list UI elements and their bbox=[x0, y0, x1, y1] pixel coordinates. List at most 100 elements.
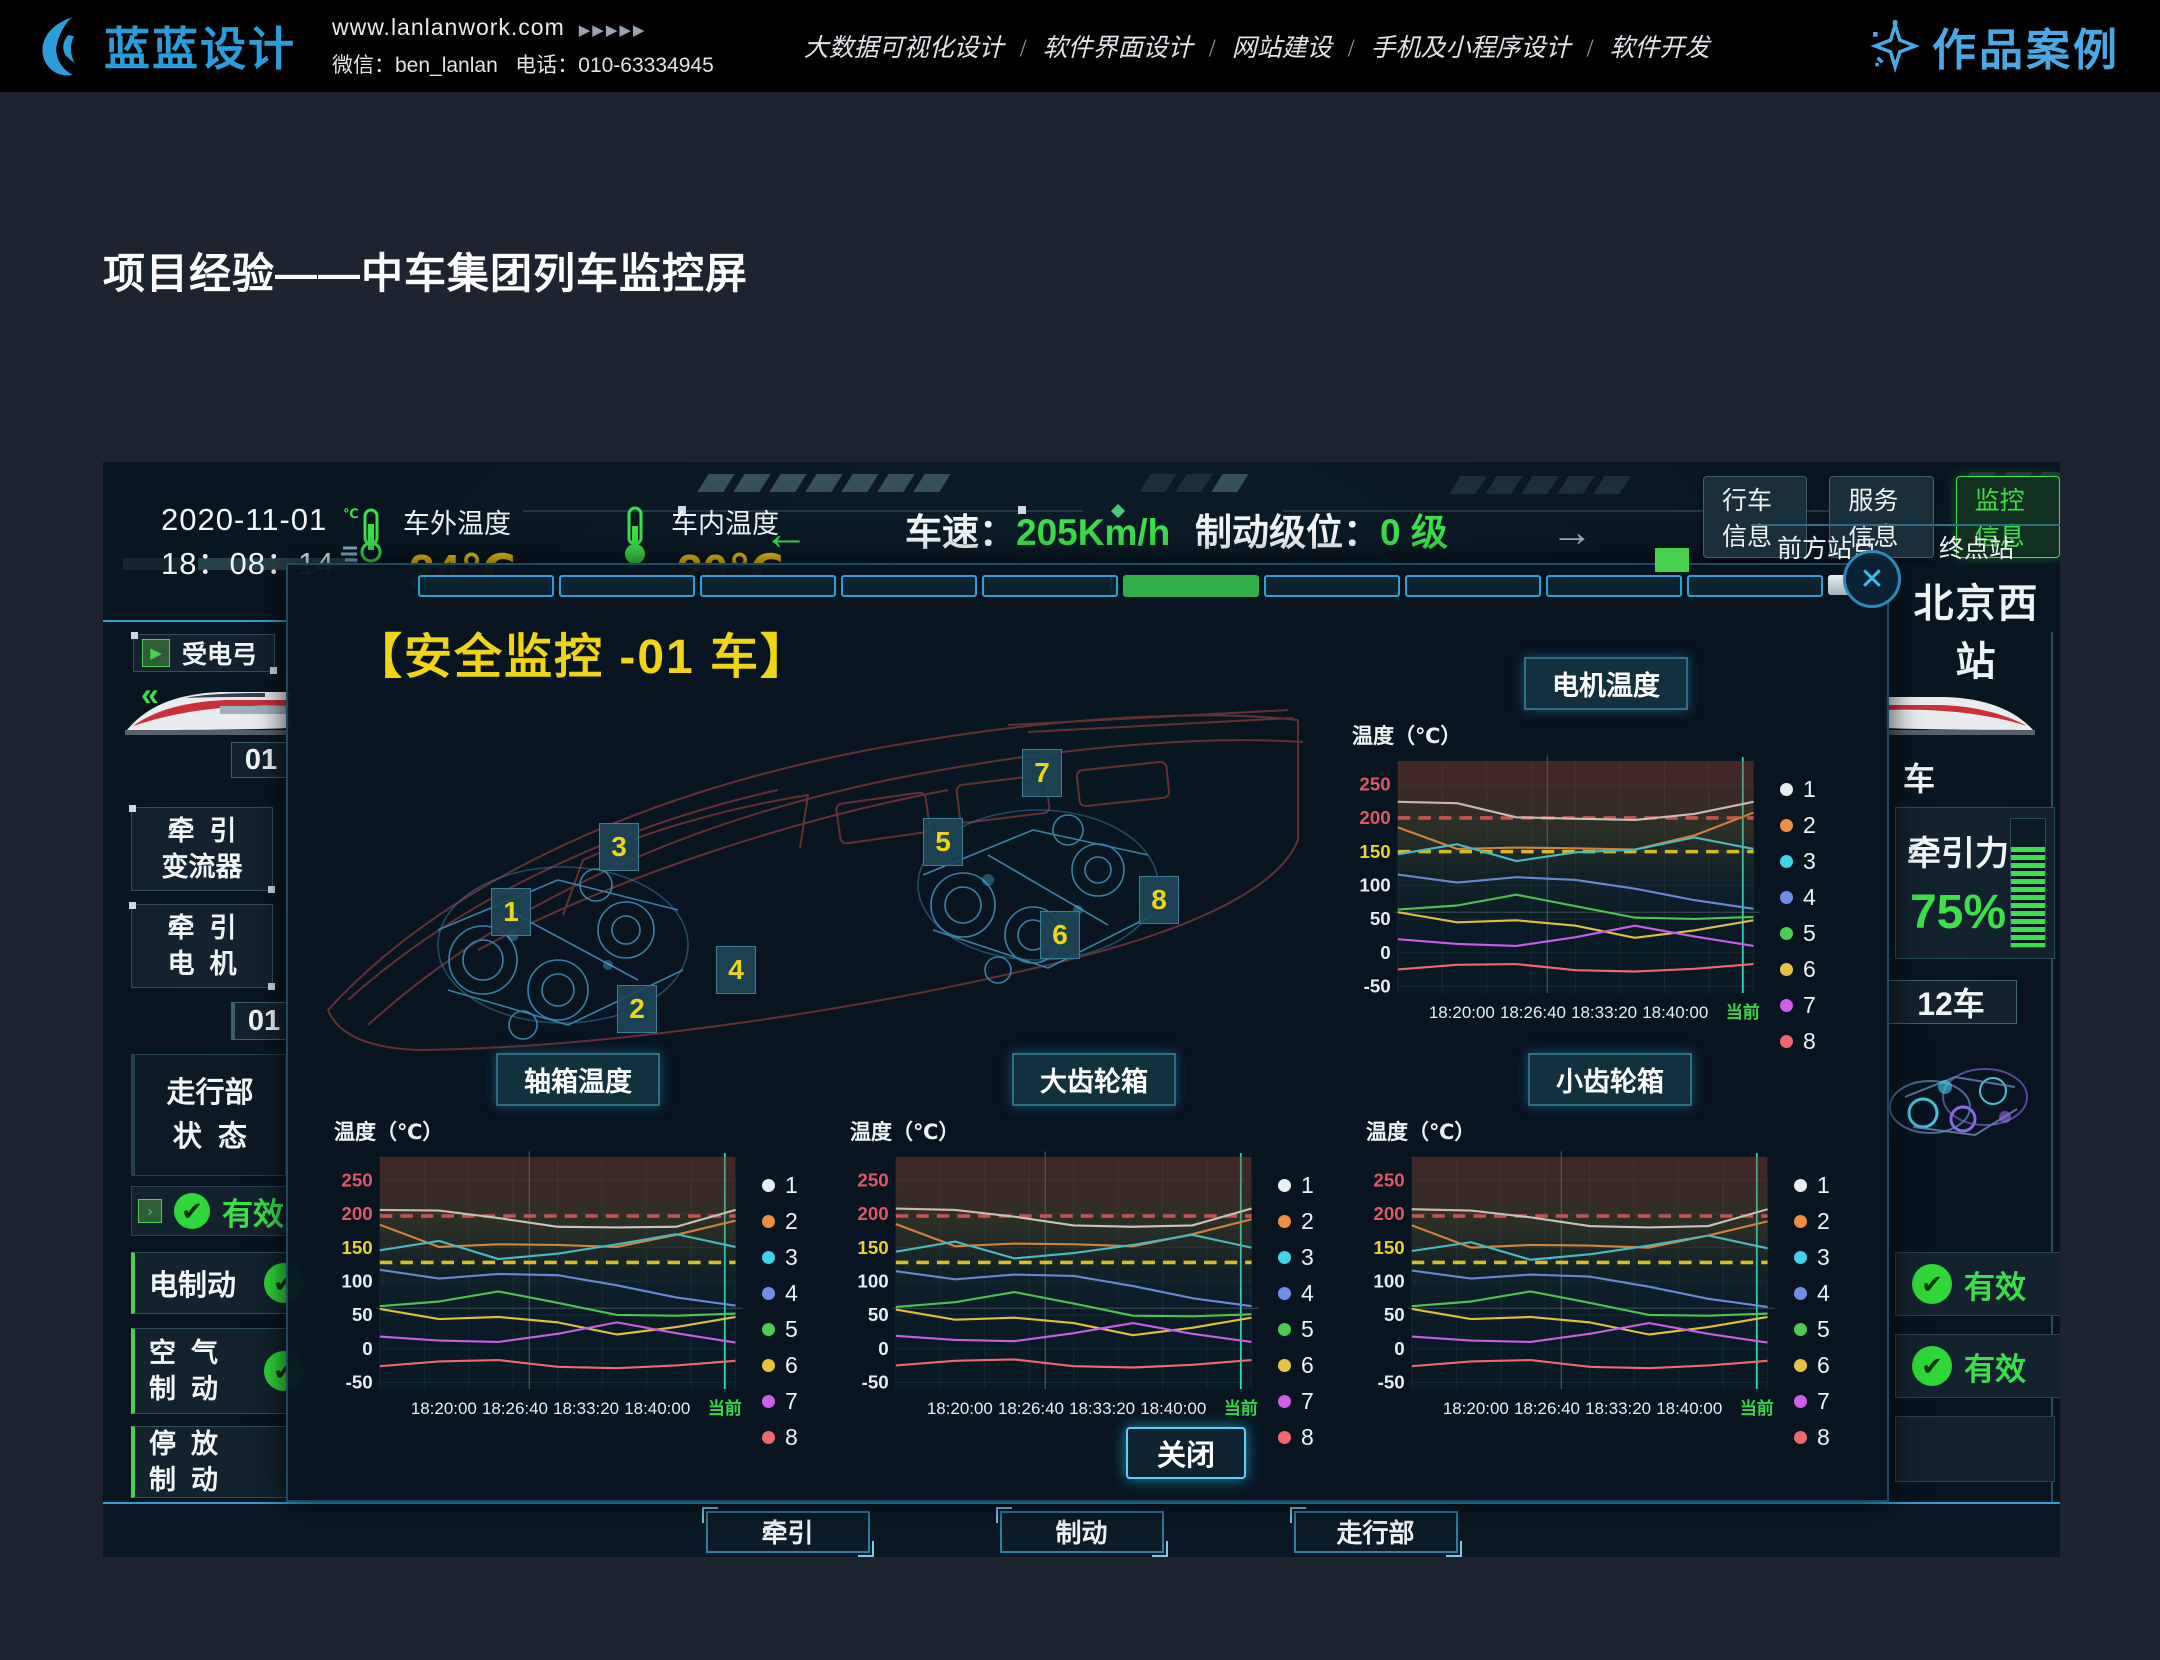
svg-text:18:26:40: 18:26:40 bbox=[1500, 1003, 1566, 1022]
car-12-box[interactable]: 12车 bbox=[1885, 980, 2017, 1024]
traction-force-value: 75% bbox=[1906, 885, 2010, 940]
svg-text:18:26:40: 18:26:40 bbox=[482, 1399, 548, 1418]
svg-text:250: 250 bbox=[1373, 1170, 1404, 1191]
modal-close-button[interactable]: 关闭 bbox=[1126, 1427, 1246, 1479]
svg-text:18:20:00: 18:20:00 bbox=[1429, 1003, 1495, 1022]
valid-status-row-left: › ✔ 有效 bbox=[131, 1186, 291, 1236]
car-01-label: 01 bbox=[245, 744, 277, 777]
train-route-strip bbox=[418, 575, 1886, 597]
sidebar-item-traction-motor[interactable]: 牵 引电 机 bbox=[131, 904, 273, 988]
svg-text:100: 100 bbox=[1359, 875, 1390, 896]
bogie-image-right bbox=[1885, 1047, 2035, 1162]
valid-label-1: 有效 bbox=[1964, 1262, 2026, 1307]
site-url[interactable]: www.lanlanwork.com bbox=[332, 14, 565, 40]
site-header: 蓝蓝设计 www.lanlanwork.com▶▶▶▶▶ 微信：ben_lanl… bbox=[0, 0, 2160, 92]
bogie-tag-1[interactable]: 1 bbox=[491, 888, 531, 936]
check-icon: ✔ bbox=[1912, 1264, 1952, 1304]
speed-label: 车速： bbox=[905, 512, 1016, 553]
svg-text:18:40:00: 18:40:00 bbox=[1642, 1003, 1708, 1022]
chart-large-gearbox: 大齿轮箱温度（℃）250200150100500-5018:20:0018:26… bbox=[844, 1053, 1344, 1451]
bogie-tag-2[interactable]: 2 bbox=[617, 985, 657, 1033]
svg-text:250: 250 bbox=[1359, 774, 1390, 795]
svg-text:当前: 当前 bbox=[708, 1398, 742, 1418]
legend-item: 4 bbox=[762, 1280, 798, 1307]
bottom-tab-brake[interactable]: 制动 bbox=[1000, 1511, 1164, 1553]
svg-text:-50: -50 bbox=[346, 1372, 373, 1393]
terminal-label: 终点站 bbox=[1893, 524, 2060, 565]
legend-item: 5 bbox=[1278, 1316, 1314, 1343]
next-arrow-icon[interactable]: → bbox=[1551, 508, 1593, 556]
phone-info: 电话：010-63334945 bbox=[515, 54, 713, 77]
nav-item-bigdata[interactable]: 大数据可视化设计 bbox=[804, 28, 1043, 64]
arrow-badge-icon: › bbox=[138, 1199, 162, 1223]
valid-status-row-right-2: ✔ 有效 bbox=[1895, 1334, 2060, 1398]
chart-title: 大齿轮箱 bbox=[1012, 1053, 1176, 1106]
bogie-tag-5[interactable]: 5 bbox=[923, 818, 963, 866]
legend-item: 3 bbox=[1794, 1244, 1830, 1271]
speed-readout: 车速：205Km/h bbox=[905, 502, 1170, 556]
chart-y-axis-label: 温度（℃） bbox=[334, 1116, 828, 1146]
car-01-box-top[interactable]: 01 bbox=[231, 742, 291, 778]
svg-text:18:20:00: 18:20:00 bbox=[1443, 1399, 1509, 1418]
nav-item-software-ui[interactable]: 软件界面设计 bbox=[1043, 28, 1232, 64]
outside-temp-label: 车外温度 bbox=[403, 502, 511, 541]
date-value: 2020-11-01 bbox=[161, 498, 334, 542]
sidebar-item-pantograph[interactable]: ▶ 受电弓 bbox=[133, 634, 275, 672]
chart-legend: 12345678 bbox=[1794, 1172, 1830, 1451]
legend-item: 7 bbox=[1278, 1388, 1314, 1415]
svg-text:0: 0 bbox=[1394, 1338, 1404, 1359]
bottom-tab-bogie[interactable]: 走行部 bbox=[1294, 1511, 1458, 1553]
chart-title: 电机温度 bbox=[1524, 657, 1688, 710]
signal-block-green bbox=[1655, 548, 1689, 572]
legend-item: 2 bbox=[1278, 1208, 1314, 1235]
works-link[interactable]: 作品案例 bbox=[1866, 14, 2120, 78]
legend-item: 2 bbox=[762, 1208, 798, 1235]
legend-item: 6 bbox=[1278, 1352, 1314, 1379]
sidebar-item-parking-brake[interactable]: 停 放制 动 bbox=[131, 1426, 305, 1498]
bogie-tag-7[interactable]: 7 bbox=[1022, 749, 1062, 797]
bogie-tag-4[interactable]: 4 bbox=[716, 946, 756, 994]
car-01-box-mid[interactable]: 01 bbox=[231, 1002, 294, 1040]
thermometer-outside-icon: ℃ bbox=[341, 504, 385, 568]
sidebar-item-traction-converter[interactable]: 牵 引变流器 bbox=[131, 807, 273, 891]
car-01-label-2: 01 bbox=[248, 1005, 280, 1038]
legend-item: 8 bbox=[1780, 1028, 1816, 1055]
svg-text:250: 250 bbox=[341, 1170, 372, 1191]
legend-item: 4 bbox=[1278, 1280, 1314, 1307]
svg-text:18:20:00: 18:20:00 bbox=[927, 1399, 993, 1418]
svg-text:0: 0 bbox=[878, 1338, 888, 1359]
svg-text:200: 200 bbox=[341, 1203, 372, 1224]
chart-y-axis-label: 温度（℃） bbox=[1366, 1116, 1860, 1146]
logo[interactable]: 蓝蓝设计 bbox=[30, 13, 296, 79]
svg-text:200: 200 bbox=[857, 1203, 888, 1224]
sidebar-item-bogie-status[interactable]: 走行部状 态 bbox=[131, 1054, 286, 1176]
terminal-station-block: 终点站 北京西站 bbox=[1893, 524, 2060, 687]
nav-item-website[interactable]: 网站建设 bbox=[1232, 28, 1371, 64]
legend-item: 2 bbox=[1780, 812, 1816, 839]
svg-text:18:40:00: 18:40:00 bbox=[1140, 1399, 1206, 1418]
svg-text:18:20:00: 18:20:00 bbox=[411, 1399, 477, 1418]
svg-text:-50: -50 bbox=[1378, 1372, 1405, 1393]
svg-text:150: 150 bbox=[857, 1237, 888, 1258]
car-12-label: 12车 bbox=[1917, 979, 1985, 1025]
lanlan-logo-icon bbox=[30, 13, 96, 79]
safety-monitor-modal: 【安全监控 -01 车】 bbox=[286, 563, 1889, 1502]
modal-close-x-icon[interactable]: ✕ bbox=[1843, 550, 1901, 608]
page-background: 蓝蓝设计 www.lanlanwork.com▶▶▶▶▶ 微信：ben_lanl… bbox=[0, 0, 2160, 1660]
nav-item-dev[interactable]: 软件开发 bbox=[1610, 28, 1710, 64]
svg-text:150: 150 bbox=[1373, 1237, 1404, 1258]
bogie-tag-8[interactable]: 8 bbox=[1139, 876, 1179, 924]
prev-arrow-icon[interactable]: ← bbox=[763, 506, 809, 560]
valid-label: 有效 bbox=[222, 1189, 284, 1234]
bottom-tab-traction[interactable]: 牵引 bbox=[706, 1511, 870, 1553]
bogie-tag-3[interactable]: 3 bbox=[599, 823, 639, 871]
nav-item-mobile[interactable]: 手机及小程序设计 bbox=[1371, 28, 1610, 64]
bogie-tag-6[interactable]: 6 bbox=[1040, 911, 1080, 959]
check-icon: ✔ bbox=[1912, 1346, 1952, 1386]
traction-force-panel: 牵引力 75% bbox=[1895, 807, 2055, 959]
traction-force-gauge bbox=[2010, 818, 2046, 948]
brake-value: 0 级 bbox=[1380, 512, 1448, 553]
chart-y-axis-label: 温度（℃） bbox=[1352, 720, 1866, 750]
chart-legend: 12345678 bbox=[1278, 1172, 1314, 1451]
svg-text:100: 100 bbox=[1373, 1271, 1404, 1292]
